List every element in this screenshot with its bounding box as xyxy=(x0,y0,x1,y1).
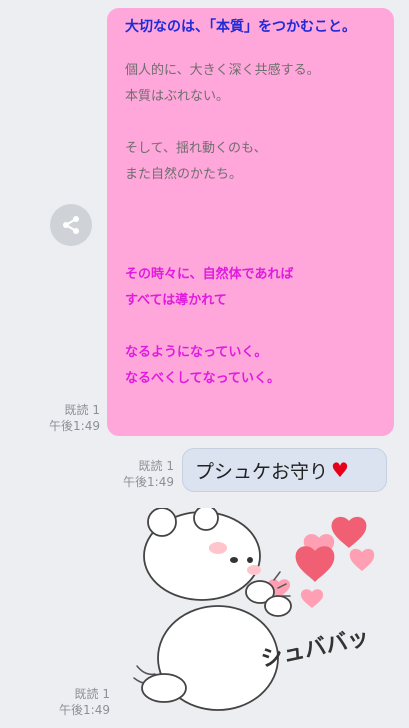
message-bubble-pink[interactable]: 大切なのは、「本質」をつかむこと。 個人的に、大きく深く共感する。 本質はぶれな… xyxy=(107,8,394,436)
timestamp: 午後1:49 xyxy=(123,475,174,489)
message-meta: 既読 1 午後1:49 xyxy=(112,458,174,490)
share-icon xyxy=(63,216,79,234)
message-line: また自然のかたち。 xyxy=(125,167,243,182)
heart-icon: ♥ xyxy=(331,458,349,482)
bear-sticker[interactable]: シュババッ xyxy=(132,508,382,720)
heart-icon xyxy=(300,589,324,608)
timestamp: 午後1:49 xyxy=(59,703,110,717)
read-receipt: 既読 1 xyxy=(74,687,110,701)
message-line: すべては導かれて xyxy=(125,293,227,308)
heart-icon xyxy=(331,516,367,548)
message-line: 個人的に、大きく深く共感する。 xyxy=(125,63,320,78)
sticker-text: シュババッ xyxy=(259,625,372,672)
message-meta: 既読 1 午後1:49 xyxy=(38,402,100,434)
read-receipt: 既読 1 xyxy=(138,459,174,473)
message-text: プシュケお守り xyxy=(195,460,329,483)
message-headline: 大切なのは、「本質」をつかむこと。 xyxy=(125,19,356,35)
message-line: なるようになっていく。 xyxy=(125,345,268,360)
heart-icon xyxy=(295,546,335,582)
timestamp: 午後1:49 xyxy=(49,419,100,433)
heart-icon xyxy=(349,548,375,571)
message-line: なるべくしてなっていく。 xyxy=(125,371,280,386)
read-receipt: 既読 1 xyxy=(64,403,100,417)
message-line: その時々に、自然体であれば xyxy=(125,267,294,282)
message-meta: 既読 1 午後1:49 xyxy=(48,686,110,718)
message-line: そして、揺れ動くのも、 xyxy=(125,141,267,156)
message-bubble-blue[interactable]: プシュケお守り ♥ xyxy=(182,448,387,492)
share-button[interactable] xyxy=(50,204,92,246)
message-line: 本質はぶれない。 xyxy=(125,89,230,104)
